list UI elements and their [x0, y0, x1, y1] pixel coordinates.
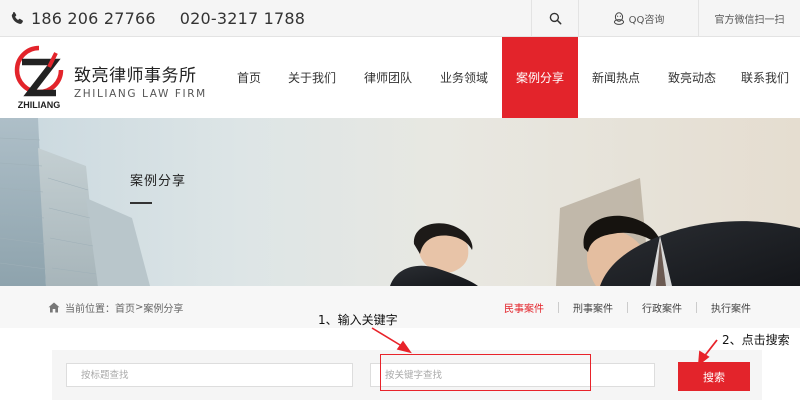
- breadcrumb-home-link[interactable]: 首页: [115, 300, 135, 315]
- case-category-tabs: 民事案件 刑事案件 行政案件 执行案件: [490, 300, 765, 315]
- banner-title-underline: [130, 202, 152, 204]
- tab-administrative-cases[interactable]: 行政案件: [628, 300, 696, 315]
- qq-penguin-icon: [613, 12, 624, 25]
- site-header: ZHILIANG 致亮律师事务所 ZHILIANG LAW FIRM 首页 关于…: [0, 37, 800, 118]
- main-nav: 首页 关于我们 律师团队 业务领域 案例分享 新闻热点 致亮动态 联系我们: [224, 37, 800, 118]
- annotation-step1-label: 1、输入关键字: [318, 313, 398, 327]
- annotation-arrow-step1: [371, 327, 412, 354]
- breadcrumb-prefix: 当前位置：: [65, 304, 115, 315]
- nav-item-practice-areas[interactable]: 业务领域: [426, 37, 502, 118]
- nav-item-about[interactable]: 关于我们: [274, 37, 350, 118]
- nav-item-lawyers[interactable]: 律师团队: [350, 37, 426, 118]
- title-search-input[interactable]: [66, 363, 353, 387]
- banner-title: 案例分享: [130, 174, 187, 189]
- wechat-scan-label: 官方微信扫一扫: [714, 15, 785, 26]
- top-bar: 186 206 27766 020-3217 1788 QQ咨询 官方微信扫一扫: [0, 0, 800, 37]
- firm-name-en: ZHILIANG LAW FIRM: [74, 88, 207, 100]
- wechat-scan-link[interactable]: 官方微信扫一扫: [698, 0, 800, 37]
- top-search-button[interactable]: [531, 0, 578, 37]
- nav-item-news[interactable]: 新闻热点: [578, 37, 654, 118]
- tab-enforcement-cases[interactable]: 执行案件: [697, 300, 765, 315]
- phone-icon: [11, 11, 23, 24]
- qq-consult-label: QQ咨询: [628, 15, 665, 26]
- phone-contact: 186 206 27766 020-3217 1788: [10, 8, 305, 28]
- home-icon: [48, 302, 60, 313]
- search-button[interactable]: 搜索: [678, 362, 750, 391]
- search-icon: [549, 12, 561, 25]
- firm-name-cn: 致亮律师事务所: [74, 66, 197, 86]
- breadcrumb: 当前位置： 首页 > 案例分享: [48, 300, 183, 315]
- nav-item-contact[interactable]: 联系我们: [730, 37, 800, 118]
- banner-business-people-image: [0, 118, 800, 286]
- breadcrumb-bar: 当前位置： 首页 > 案例分享 民事案件 刑事案件 行政案件 执行案件: [0, 286, 800, 328]
- zhiliang-logo-icon[interactable]: ZHILIANG: [12, 45, 66, 111]
- tab-civil-cases[interactable]: 民事案件: [490, 300, 558, 315]
- qq-consult-link[interactable]: QQ咨询: [578, 0, 698, 37]
- page-banner: 案例分享: [0, 118, 800, 286]
- nav-item-cases[interactable]: 案例分享: [502, 37, 578, 118]
- annotation-step2-label: 2、点击搜索: [722, 333, 790, 347]
- nav-item-home[interactable]: 首页: [224, 37, 274, 118]
- tab-criminal-cases[interactable]: 刑事案件: [559, 300, 627, 315]
- svg-text:ZHILIANG: ZHILIANG: [18, 100, 61, 110]
- breadcrumb-separator: >: [135, 302, 144, 313]
- breadcrumb-current: 案例分享: [143, 304, 184, 315]
- phone-number-mobile: 186 206 27766: [31, 8, 156, 28]
- annotation-highlight-box: [380, 354, 591, 391]
- nav-item-firm-updates[interactable]: 致亮动态: [654, 37, 730, 118]
- phone-number-landline: 020-3217 1788: [179, 8, 306, 28]
